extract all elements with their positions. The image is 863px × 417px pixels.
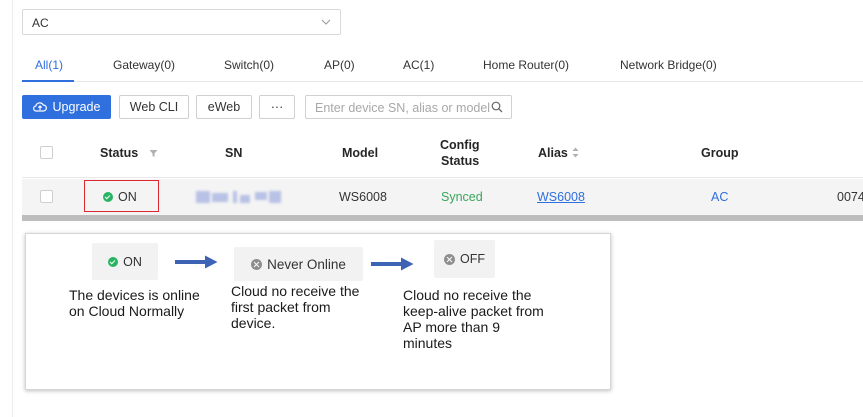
arrow-right-icon (371, 257, 414, 271)
legend-on-description: The devices is online on Cloud Normally (69, 287, 200, 319)
legend-never-online-description: Cloud no receive the first packet from d… (231, 283, 360, 331)
cell-group-link[interactable]: AC (711, 190, 728, 204)
chevron-down-icon (321, 19, 331, 25)
device-type-tabs: All(1) Gateway(0) Switch(0) AP(0) AC(1) … (22, 52, 863, 82)
cell-trailing: 0074 (837, 190, 863, 204)
legend-on-label: ON (123, 254, 142, 269)
header-sn: SN (225, 146, 243, 160)
header-config-status-line2: Status (441, 154, 480, 168)
horizontal-scrollbar[interactable] (22, 215, 863, 221)
header-alias: Alias (538, 146, 568, 160)
upgrade-label: Upgrade (52, 100, 101, 114)
row-checkbox[interactable] (40, 190, 53, 203)
tab-switch[interactable]: Switch(0) (224, 58, 274, 72)
arrow-right-icon (175, 255, 218, 269)
filter-icon[interactable] (149, 149, 158, 158)
offline-x-icon (251, 258, 263, 270)
legend-never-online-badge: Never Online (234, 247, 363, 281)
header-config-status-line1: Config (440, 138, 480, 152)
cell-alias-link[interactable]: WS6008 (537, 190, 585, 204)
online-check-icon (108, 256, 119, 267)
search-icon[interactable] (491, 101, 503, 113)
tab-home-router[interactable]: Home Router(0) (483, 58, 569, 72)
header-status: Status (100, 146, 139, 160)
cell-model: WS6008 (339, 190, 387, 204)
legend-off-description: Cloud no receive the keep-alive packet f… (403, 287, 544, 351)
status-legend-panel: ON Never Online OFF The devices is onlin… (25, 233, 611, 390)
legend-off-label: OFF (460, 252, 485, 266)
select-all-checkbox[interactable] (40, 146, 53, 159)
sn-redacted (196, 191, 282, 203)
tab-network-bridge[interactable]: Network Bridge(0) (620, 58, 717, 72)
web-cli-button[interactable]: Web CLI (119, 95, 189, 119)
cell-config-status: Synced (441, 190, 483, 204)
tab-gateway[interactable]: Gateway(0) (113, 58, 175, 72)
legend-never-online-label: Never Online (267, 256, 346, 272)
tab-ac[interactable]: AC(1) (403, 58, 434, 72)
tab-ap[interactable]: AP(0) (324, 58, 355, 72)
legend-off-badge: OFF (434, 240, 495, 278)
sort-icon[interactable] (572, 147, 579, 158)
status-highlight-box (84, 180, 159, 212)
tab-all[interactable]: All(1) (35, 58, 63, 72)
upgrade-button[interactable]: Upgrade (22, 95, 111, 119)
table-header: Status SN Model Config Status Alias Grou… (22, 130, 863, 178)
header-model: Model (342, 146, 379, 160)
header-group: Group (701, 146, 739, 160)
active-tab-indicator (22, 80, 74, 82)
group-select-value: AC (32, 16, 49, 30)
cloud-upload-icon (32, 102, 47, 112)
group-select[interactable]: AC (22, 9, 341, 35)
more-button[interactable]: ··· (259, 95, 295, 119)
legend-on-badge: ON (92, 243, 158, 280)
search-placeholder: Enter device SN, alias or model (315, 101, 491, 115)
eweb-button[interactable]: eWeb (196, 95, 252, 119)
search-input[interactable]: Enter device SN, alias or model (305, 95, 512, 119)
offline-x-icon (444, 253, 455, 265)
